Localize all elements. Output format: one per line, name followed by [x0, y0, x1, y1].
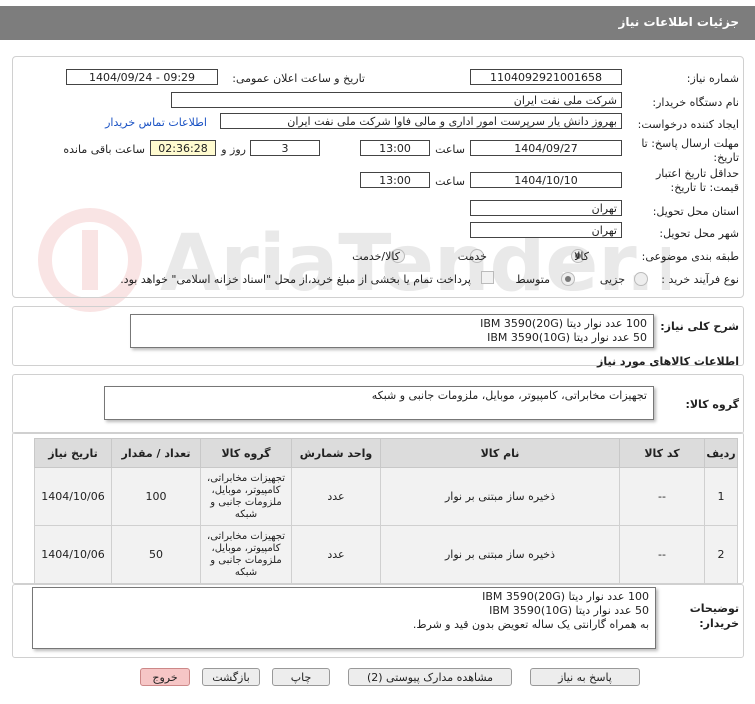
col-qty: تعداد / مقدار: [111, 438, 201, 468]
summary-line-2: 50 عدد نوار دیتا IBM 3590(10G): [487, 331, 647, 344]
summary-label: شرح کلی نیاز:: [660, 320, 739, 333]
need-number-field: 1104092921001658: [470, 69, 622, 85]
days-label: روز و: [221, 143, 246, 156]
validity-time-field: 13:00: [360, 172, 430, 188]
validity-time-label: ساعت: [435, 175, 465, 188]
category-option-service: خدمت: [457, 250, 487, 263]
table-row: 2 -- ذخیره ساز مبتنی بر نوار عدد تجهیزات…: [34, 525, 738, 584]
cell-unit: عدد: [291, 467, 381, 526]
process-radio-minor[interactable]: [634, 272, 648, 286]
announce-field: 1404/09/24 - 09:29: [66, 69, 218, 85]
city-label: شهر محل تحویل:: [659, 227, 739, 240]
payment-note: پرداخت تمام یا بخشی از مبلغ خرید،از محل …: [120, 273, 471, 286]
page-title: جزئیات اطلاعات نیاز: [618, 15, 739, 29]
cell-group: تجهیزات مخابراتی، کامپیوتر، موبایل، ملزو…: [200, 525, 292, 584]
process-option-medium: متوسط: [515, 273, 550, 286]
buyer-notes-box: 100 عدد نوار دیتا IBM 3590(20G) 50 عدد ن…: [32, 587, 656, 649]
category-option-both: کالا/خدمت: [352, 250, 400, 263]
view-documents-button[interactable]: مشاهده مدارک پیوستی (2): [348, 668, 512, 686]
buyer-notes-label-2: خریدار:: [699, 617, 739, 630]
summary-line-1: 100 عدد نوار دیتا IBM 3590(20G): [480, 317, 647, 330]
back-button[interactable]: بازگشت: [202, 668, 260, 686]
cell-row: 1: [704, 467, 738, 526]
requester-label: ایجاد کننده درخواست:: [637, 118, 739, 131]
buyer-notes-label: توضیحات: [689, 602, 739, 615]
days-field: 3: [250, 140, 320, 156]
validity-label: حداقل تاریخ اعتبار: [655, 167, 739, 180]
deadline-time-field: 13:00: [360, 140, 430, 156]
announce-label: تاریخ و ساعت اعلان عمومی:: [232, 72, 365, 85]
goods-group-label: گروه کالا:: [685, 398, 739, 411]
notes-line-2: 50 عدد نوار دیتا IBM 3590(10G): [489, 604, 649, 617]
goods-info-title: اطلاعات کالاهای مورد نیاز: [597, 355, 739, 368]
col-code: کد کالا: [619, 438, 705, 468]
treasury-checkbox[interactable]: [481, 271, 494, 284]
cell-date: 1404/10/06: [34, 467, 112, 526]
remaining-time-field: 02:36:28: [150, 140, 216, 156]
col-unit: واحد شمارش: [291, 438, 381, 468]
cell-code: --: [619, 525, 705, 584]
reply-button[interactable]: پاسخ به نیاز: [530, 668, 640, 686]
cell-name: ذخیره ساز مبتنی بر نوار: [380, 525, 620, 584]
summary-box: 100 عدد نوار دیتا IBM 3590(20G) 50 عدد ن…: [130, 314, 654, 348]
province-label: استان محل تحویل:: [652, 205, 739, 218]
table-row: 1 -- ذخیره ساز مبتنی بر نوار عدد تجهیزات…: [34, 467, 738, 526]
category-option-goods: کالا: [574, 250, 589, 263]
goods-group-box: تجهیزات مخابراتی، کامپیوتر، موبایل، ملزو…: [104, 386, 654, 420]
col-row: ردیف: [704, 438, 738, 468]
cell-name: ذخیره ساز مبتنی بر نوار: [380, 467, 620, 526]
process-radio-medium[interactable]: [561, 272, 575, 286]
cell-row: 2: [704, 525, 738, 584]
buyer-field: شرکت ملی نفت ایران: [171, 92, 622, 108]
need-number-label: شماره نیاز:: [686, 72, 739, 85]
col-date: تاریخ نیاز: [34, 438, 112, 468]
deadline-date-field: 1404/09/27: [470, 140, 622, 156]
col-group: گروه کالا: [200, 438, 292, 468]
cell-date: 1404/10/06: [34, 525, 112, 584]
page-header: جزئیات اطلاعات نیاز: [0, 6, 755, 40]
notes-line-3: به همراه گارانتی یک ساله تعویض بدون قید …: [412, 618, 649, 631]
cell-code: --: [619, 467, 705, 526]
requester-field: بهروز دانش یار سرپرست امور اداری و مالی …: [220, 113, 622, 129]
buyer-label: نام دستگاه خریدار:: [652, 96, 739, 109]
items-table: ردیف کد کالا نام کالا واحد شمارش گروه کا…: [34, 438, 738, 584]
cell-group: تجهیزات مخابراتی، کامپیوتر، موبایل، ملزو…: [200, 467, 292, 526]
deadline-label-2: تاریخ:: [713, 151, 739, 164]
exit-button[interactable]: خروج: [140, 668, 190, 686]
cell-qty: 50: [111, 525, 201, 584]
province-field: تهران: [470, 200, 622, 216]
process-option-minor: جزیی: [599, 273, 625, 286]
deadline-time-label: ساعت: [435, 143, 465, 156]
buyer-contact-link[interactable]: اطلاعات تماس خریدار: [105, 116, 207, 129]
col-name: نام کالا: [380, 438, 620, 468]
cell-unit: عدد: [291, 525, 381, 584]
process-label: نوع فرآیند خرید :: [661, 273, 739, 286]
cell-qty: 100: [111, 467, 201, 526]
validity-label-2: قیمت: تا تاریخ:: [670, 181, 739, 194]
category-label: طبقه بندی موضوعی:: [641, 250, 739, 263]
deadline-label: مهلت ارسال پاسخ: تا: [641, 137, 739, 150]
notes-line-1: 100 عدد نوار دیتا IBM 3590(20G): [482, 590, 649, 603]
print-button[interactable]: چاپ: [272, 668, 330, 686]
validity-date-field: 1404/10/10: [470, 172, 622, 188]
remaining-label: ساعت باقی مانده: [63, 143, 145, 156]
city-field: تهران: [470, 222, 622, 238]
